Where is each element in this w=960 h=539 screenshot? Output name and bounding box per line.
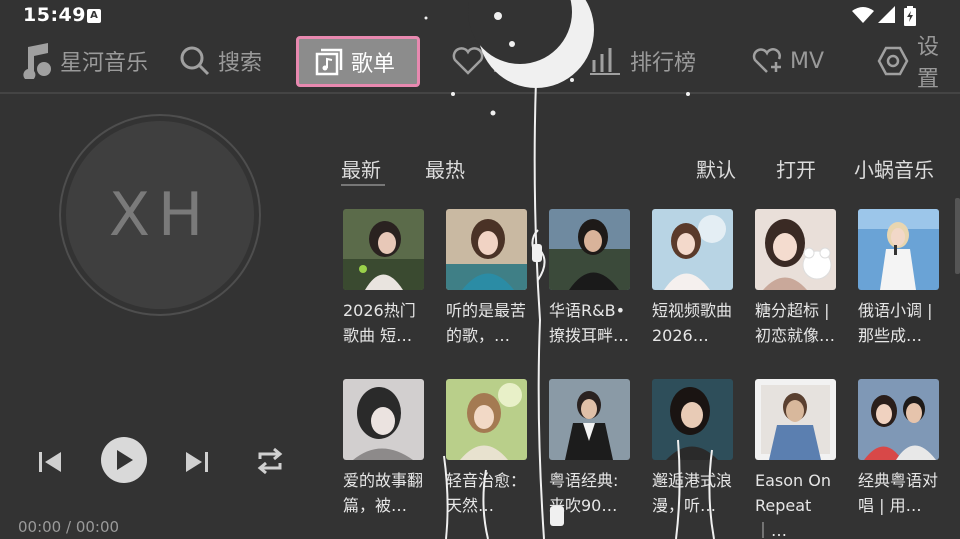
playlist-cover (343, 209, 424, 290)
tab-xiaowo[interactable]: 小蜗音乐 (854, 154, 934, 183)
playback-time: 00:00 / 00:00 (18, 518, 120, 536)
previous-button[interactable] (36, 448, 64, 476)
nav-playlist-label: 歌单 (351, 51, 396, 77)
playlist-title: 听的是最苦的歌，… (446, 301, 527, 345)
nav-chart-label: 排行榜 (630, 51, 697, 76)
playlist-title: 2026热门歌曲 短… (343, 301, 416, 345)
tab-open[interactable]: 打开 (776, 154, 816, 183)
playlist-card[interactable]: 俄语小调 | 那些成… (858, 209, 940, 348)
scrollbar[interactable] (955, 198, 960, 274)
wifi-icon (852, 7, 874, 23)
playlist-cover (343, 379, 424, 460)
playlist-cover (755, 379, 836, 460)
playlist-card[interactable]: 听的是最苦的歌，… (446, 209, 528, 348)
hexagon-settings-icon (877, 46, 909, 76)
playlist-card[interactable]: 邂逅港式浪漫，听… (652, 379, 734, 518)
avatar[interactable]: XH (66, 121, 254, 309)
playlist-card[interactable]: 短视频歌曲2026… (652, 209, 734, 348)
playlist-cover (858, 209, 939, 290)
playlist-title: 邂逅港式浪漫，听… (652, 471, 733, 515)
tab-latest[interactable]: 最新 (341, 154, 381, 183)
playlist-tabs: 最新 最热 默认 打开 小蜗音乐 (341, 150, 941, 186)
play-icon (117, 450, 133, 470)
nav-chart[interactable]: 排行榜 (590, 34, 696, 88)
nav-home-label: 星河音乐 (60, 51, 149, 76)
status-icons (840, 6, 920, 26)
nav-mv-label: MV (790, 48, 825, 74)
playlist-title: 经典粤语对唱 | 用… (858, 471, 939, 515)
skip-previous-icon (39, 452, 61, 472)
playlist-icon (315, 48, 343, 75)
nav-library[interactable]: 曲库 (452, 34, 536, 88)
status-time: 15:49 (23, 4, 86, 26)
heart-icon (452, 47, 484, 75)
playlist-card[interactable]: 糖分超标 | 初恋就像… (755, 209, 837, 348)
playlist-title: 短视频歌曲2026… (652, 301, 733, 345)
playlist-title: Eason On Repeat｜… (755, 471, 831, 539)
playlist-cover (652, 209, 733, 290)
playlist-card[interactable]: 爱的故事翻篇，被… (343, 379, 425, 518)
playlist-cover (446, 379, 527, 460)
nav-home[interactable]: 星河音乐 (18, 34, 148, 88)
playlist-cover (652, 379, 733, 460)
battery-icon (904, 6, 916, 26)
nav-library-label: 曲库 (492, 51, 537, 76)
tab-hottest[interactable]: 最热 (425, 154, 465, 183)
avatar-text: XH (108, 180, 212, 250)
nav-playlist[interactable]: 歌单 (296, 36, 420, 87)
search-icon (180, 46, 210, 76)
repeat-button[interactable] (253, 444, 287, 478)
playlist-card[interactable]: 经典粤语对唱 | 用… (858, 379, 940, 518)
status-bar: 15:49 A (0, 0, 960, 32)
nav-settings[interactable]: 设置 (877, 34, 960, 92)
playlist-title: 粤语经典: 来吹90… (549, 471, 619, 515)
nav-divider (0, 92, 960, 94)
input-method-icon: A (87, 9, 101, 23)
playlist-cover (549, 209, 630, 290)
playlist-card[interactable]: Eason On Repeat｜… (755, 379, 837, 539)
tab-default[interactable]: 默认 (696, 154, 736, 183)
repeat-icon (257, 447, 283, 475)
playlist-title: 华语R&B•撩拨耳畔… (549, 301, 630, 345)
playlist-card[interactable]: 华语R&B•撩拨耳畔… (549, 209, 631, 348)
nav-search-label: 搜索 (218, 51, 263, 76)
playlist-cover (755, 209, 836, 290)
signal-icon (878, 6, 895, 23)
top-nav: 星河音乐 搜索 歌单 曲库 排行榜 MV 设置 (0, 34, 960, 92)
skip-next-icon (186, 452, 208, 472)
playlist-cover (549, 379, 630, 460)
playlist-card[interactable]: 粤语经典: 来吹90… (549, 379, 631, 518)
playlist-title: 爱的故事翻篇，被… (343, 471, 424, 515)
play-button[interactable] (101, 437, 147, 483)
next-button[interactable] (183, 448, 211, 476)
playlist-card[interactable]: 2026热门歌曲 短… (343, 209, 425, 348)
heart-plus-icon (752, 48, 781, 73)
nav-settings-label: 设置 (917, 35, 940, 92)
nav-search[interactable]: 搜索 (180, 34, 262, 88)
tab-underline (341, 184, 385, 186)
playlist-cover (446, 209, 527, 290)
playlist-title: 俄语小调 | 那些成… (858, 301, 933, 345)
bar-chart-icon (590, 48, 620, 75)
music-note-icon (23, 43, 51, 79)
playlist-cover (858, 379, 939, 460)
nav-mv[interactable]: MV (752, 34, 824, 88)
playlist-title: 糖分超标 | 初恋就像… (755, 301, 836, 345)
playlist-title: 轻音治愈：天然… (446, 471, 527, 515)
playlist-card[interactable]: 轻音治愈：天然… (446, 379, 528, 518)
